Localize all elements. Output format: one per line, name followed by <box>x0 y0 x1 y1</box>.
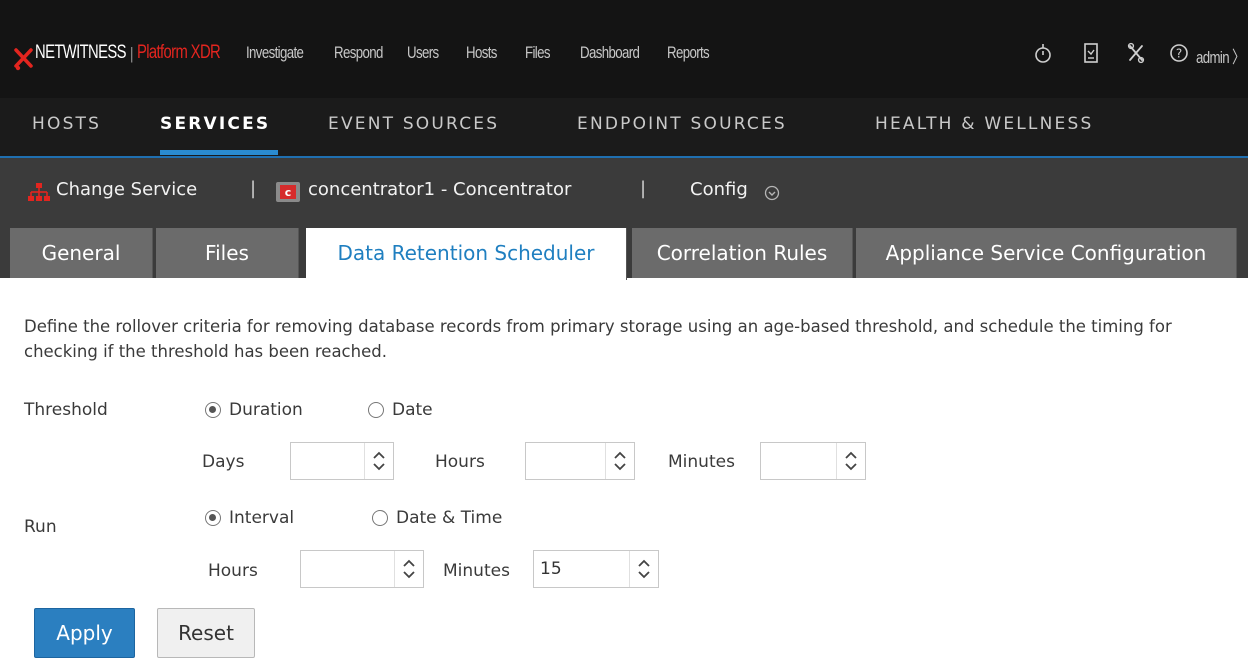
reset-button[interactable]: Reset <box>157 608 255 658</box>
scheduler-description: Define the rollover criteria for removin… <box>24 317 1172 361</box>
chevron-down-icon[interactable] <box>764 185 780 201</box>
date-radio[interactable] <box>368 402 384 418</box>
service-bar-divider-2: | <box>640 178 647 199</box>
threshold-hours-stepper-arrows[interactable] <box>605 443 634 479</box>
svg-text:c: c <box>285 186 292 199</box>
run-minutes-input[interactable] <box>534 551 632 587</box>
spinner-arrows-icon[interactable] <box>630 551 658 587</box>
days-input[interactable] <box>291 443 367 479</box>
run-date-time-option[interactable]: Date & Time <box>372 508 502 528</box>
tab-appliance-service-configuration[interactable]: Appliance Service Configuration <box>856 228 1237 278</box>
nav-users[interactable]: Users <box>407 43 439 63</box>
subnav-endpoint-sources[interactable]: ENDPOINT SOURCES <box>577 114 787 134</box>
clipboard-icon[interactable] <box>1081 40 1101 66</box>
duration-radio-label: Duration <box>229 400 303 420</box>
concentrator-service-icon: c <box>276 182 300 202</box>
change-service-link[interactable]: Change Service <box>56 179 197 200</box>
service-view-label[interactable]: Config <box>690 179 748 200</box>
run-hours-label: Hours <box>208 561 258 581</box>
interval-radio[interactable] <box>205 510 221 526</box>
threshold-hours-label: Hours <box>435 452 485 472</box>
netwitness-logo-icon <box>14 48 33 71</box>
run-hours-input[interactable] <box>301 551 397 587</box>
run-interval-option[interactable]: Interval <box>205 508 294 528</box>
user-menu[interactable]: admin 〉 <box>1196 43 1245 68</box>
threshold-label: Threshold <box>24 400 108 420</box>
interval-radio-label: Interval <box>229 508 295 528</box>
apply-button[interactable]: Apply <box>34 608 135 658</box>
config-tabs: General Files Data Retention Scheduler C… <box>0 228 1248 280</box>
change-service-icon[interactable] <box>28 182 50 202</box>
nav-reports[interactable]: Reports <box>667 43 710 63</box>
date-time-radio-label: Date & Time <box>396 508 503 528</box>
threshold-minutes-stepper-arrows[interactable] <box>836 443 865 479</box>
spinner-arrows-icon[interactable] <box>365 443 393 479</box>
tab-data-retention-scheduler[interactable]: Data Retention Scheduler <box>306 228 627 280</box>
threshold-minutes-input[interactable] <box>761 443 839 479</box>
days-stepper-arrows[interactable] <box>364 443 393 479</box>
threshold-hours-stepper[interactable] <box>525 442 635 480</box>
top-navigation-bar: NETWITNESS | Platform XDR Investigate Re… <box>0 0 1248 110</box>
subnav-health-wellness[interactable]: HEALTH & WELLNESS <box>875 114 1093 134</box>
help-icon[interactable]: ? <box>1169 40 1189 66</box>
run-minutes-stepper[interactable] <box>533 550 659 588</box>
service-bar: Change Service | c concentrator1 - Conce… <box>0 158 1248 228</box>
spinner-arrows-icon[interactable] <box>395 551 423 587</box>
run-minutes-label: Minutes <box>443 561 510 581</box>
date-radio-label: Date <box>392 400 433 420</box>
date-time-radio[interactable] <box>372 510 388 526</box>
platform-name: Platform XDR <box>137 42 221 63</box>
threshold-date-option[interactable]: Date <box>368 400 433 420</box>
nav-hosts[interactable]: Hosts <box>466 43 497 63</box>
active-subnav-indicator <box>160 150 278 155</box>
subnav-services[interactable]: SERVICES <box>160 114 270 134</box>
service-name[interactable]: concentrator1 - Concentrator <box>308 179 571 200</box>
svg-text:?: ? <box>1176 47 1182 61</box>
tab-general[interactable]: General <box>10 228 153 278</box>
days-stepper[interactable] <box>290 442 394 480</box>
threshold-minutes-label: Minutes <box>668 452 735 472</box>
threshold-hours-input[interactable] <box>526 443 608 479</box>
brand-divider: | <box>130 44 133 63</box>
spinner-arrows-icon[interactable] <box>606 443 634 479</box>
run-hours-stepper[interactable] <box>300 550 424 588</box>
nav-investigate[interactable]: Investigate <box>246 43 304 63</box>
tab-correlation-rules[interactable]: Correlation Rules <box>632 228 853 278</box>
days-label: Days <box>202 452 245 472</box>
run-minutes-stepper-arrows[interactable] <box>629 551 658 587</box>
admin-subnav: HOSTS SERVICES EVENT SOURCES ENDPOINT SO… <box>0 98 1248 158</box>
run-label: Run <box>24 517 57 537</box>
duration-radio[interactable] <box>205 402 221 418</box>
threshold-minutes-stepper[interactable] <box>760 442 866 480</box>
subnav-hosts[interactable]: HOSTS <box>32 114 101 134</box>
nav-respond[interactable]: Respond <box>334 43 383 63</box>
subnav-event-sources[interactable]: EVENT SOURCES <box>328 114 499 134</box>
service-bar-divider: | <box>250 178 257 199</box>
nav-dashboard[interactable]: Dashboard <box>580 43 640 63</box>
nav-files[interactable]: Files <box>525 43 551 63</box>
run-hours-stepper-arrows[interactable] <box>394 551 423 587</box>
spinner-arrows-icon[interactable] <box>837 443 865 479</box>
tools-icon[interactable] <box>1126 40 1146 66</box>
threshold-duration-option[interactable]: Duration <box>205 400 303 420</box>
brand-name: NETWITNESS <box>35 42 127 63</box>
tab-files[interactable]: Files <box>156 228 299 278</box>
timer-icon[interactable] <box>1033 40 1053 66</box>
